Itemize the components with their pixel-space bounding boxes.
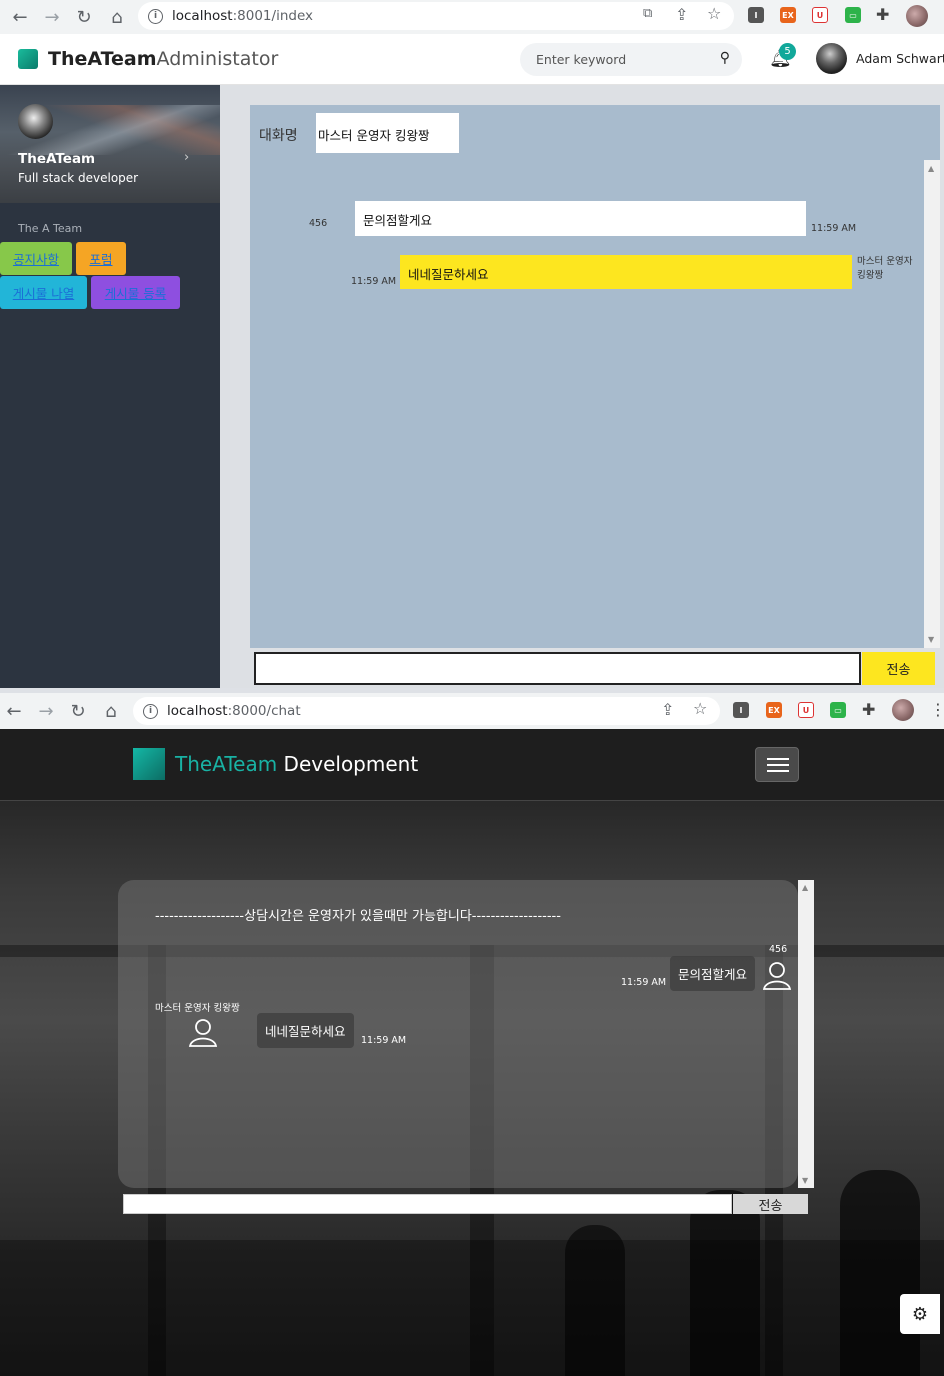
message-sender: 마스터 운영자 킹왕짱 — [857, 256, 913, 281]
profile-avatar[interactable] — [906, 5, 928, 27]
share-icon[interactable]: ⇪ — [675, 5, 688, 24]
reload-icon[interactable]: ↻ — [70, 7, 98, 28]
message-bubble-own: 문의점할게요 — [670, 956, 756, 991]
notification-badge: 5 — [779, 43, 796, 60]
star-icon[interactable]: ☆ — [707, 4, 721, 23]
puzzle-icon[interactable]: ✚ — [876, 5, 889, 24]
message-input[interactable] — [123, 1194, 732, 1214]
message-bubble: 네네질문하세요 — [257, 1013, 354, 1048]
post-register-button[interactable]: 게시물 등록 — [91, 276, 180, 309]
extension-screen-icon[interactable]: ▭ — [845, 7, 861, 23]
home-icon[interactable]: ⌂ — [103, 7, 131, 28]
person-silhouette — [690, 1190, 760, 1376]
send-button[interactable]: 전송 — [733, 1194, 808, 1214]
forward-icon[interactable]: → — [32, 701, 60, 722]
message-time: 11:59 AM — [811, 223, 857, 234]
back-icon[interactable]: ← — [0, 701, 28, 722]
extension-icon[interactable]: I — [748, 7, 764, 23]
sidebar-profile-banner — [0, 85, 220, 203]
message-input[interactable] — [254, 652, 861, 685]
search-icon[interactable]: ⚲ — [720, 50, 730, 66]
url-host: localhost — [167, 703, 228, 719]
user-avatar[interactable] — [816, 43, 847, 74]
back-icon[interactable]: ← — [6, 7, 34, 28]
message-sender: 마스터 운영자 킹왕짱 — [155, 1003, 240, 1014]
chat-panel — [118, 880, 798, 1188]
message-time: 11:59 AM — [361, 1035, 407, 1046]
admin-window: ← → ↻ ⌂ i localhost:8001/index ⧉ ⇪ ☆ I E… — [0, 0, 944, 688]
sidebar-avatar — [18, 104, 53, 139]
message-sender: 456 — [769, 944, 788, 955]
logo-icon — [18, 49, 38, 69]
url-host: localhost — [172, 8, 233, 24]
chat-name-label: 대화명 — [259, 128, 298, 144]
extension-ex-icon[interactable]: EX — [780, 7, 796, 23]
sidebar-name: TheATeam — [18, 151, 96, 167]
menu-dots-icon[interactable]: ⋮ — [930, 700, 944, 719]
message-bubble-own: 네네질문하세요 — [400, 255, 852, 289]
share-icon[interactable]: ⇪ — [661, 700, 674, 719]
brand[interactable]: TheATeamAdministator — [48, 48, 278, 70]
address-bar-2[interactable]: i localhost:8000/chat — [133, 697, 720, 725]
chat-area — [250, 105, 940, 648]
extension-shield-icon[interactable]: U — [812, 7, 828, 23]
notice-text: -------------------상담시간은 운영자가 있을때만 가능합니다… — [155, 909, 561, 924]
chat-name-field[interactable]: 마스터 운영자 킹왕짱 — [316, 113, 459, 153]
url-rest: :8001/index — [232, 8, 313, 24]
logo-icon — [133, 748, 165, 780]
message-time: 11:59 AM — [351, 276, 397, 287]
gear-icon[interactable]: ⚙ — [900, 1294, 940, 1334]
extension-icon[interactable]: I — [733, 702, 749, 718]
extension-ex-icon[interactable]: EX — [766, 702, 782, 718]
url-rest: :8000/chat — [227, 703, 301, 719]
person-silhouette — [840, 1170, 920, 1376]
message-bubble: 문의점할게요 — [355, 201, 806, 236]
forward-icon[interactable]: → — [38, 7, 66, 28]
user-icon — [762, 962, 792, 990]
profile-avatar[interactable] — [892, 699, 914, 721]
chevron-right-icon[interactable]: › — [184, 150, 189, 165]
person-silhouette — [565, 1225, 625, 1376]
floor-shadow — [0, 1240, 944, 1376]
window-divider — [0, 688, 944, 693]
extension-shield-icon[interactable]: U — [798, 702, 814, 718]
home-icon[interactable]: ⌂ — [97, 701, 125, 722]
forum-button[interactable]: 포럼 — [76, 242, 126, 275]
sidebar-role: Full stack developer — [18, 171, 139, 185]
hamburger-icon[interactable] — [755, 747, 799, 782]
search-input[interactable]: Enter keyword ⚲ — [520, 43, 742, 76]
chat-scrollbar[interactable]: ▲ ▼ — [924, 160, 940, 648]
message-time: 11:59 AM — [621, 977, 667, 988]
user-icon — [188, 1019, 218, 1047]
post-list-button[interactable]: 게시물 나열 — [0, 276, 87, 309]
notice-button[interactable]: 공지사항 — [0, 242, 72, 275]
info-icon[interactable]: i — [143, 703, 158, 719]
star-icon[interactable]: ☆ — [693, 699, 707, 718]
sidebar-section-title: The A Team — [18, 222, 83, 235]
translate-icon[interactable]: ⧉ — [643, 6, 652, 21]
extension-screen-icon[interactable]: ▭ — [830, 702, 846, 718]
info-icon[interactable]: i — [148, 8, 163, 24]
reload-icon[interactable]: ↻ — [64, 701, 92, 722]
chat-scrollbar[interactable]: ▲ ▼ — [798, 880, 814, 1188]
message-sender: 456 — [309, 218, 328, 229]
send-button[interactable]: 전송 — [862, 652, 935, 685]
user-name[interactable]: Adam Schwartz — [856, 51, 944, 66]
brand[interactable]: TheATeam Development — [175, 752, 418, 776]
puzzle-icon[interactable]: ✚ — [862, 700, 875, 719]
